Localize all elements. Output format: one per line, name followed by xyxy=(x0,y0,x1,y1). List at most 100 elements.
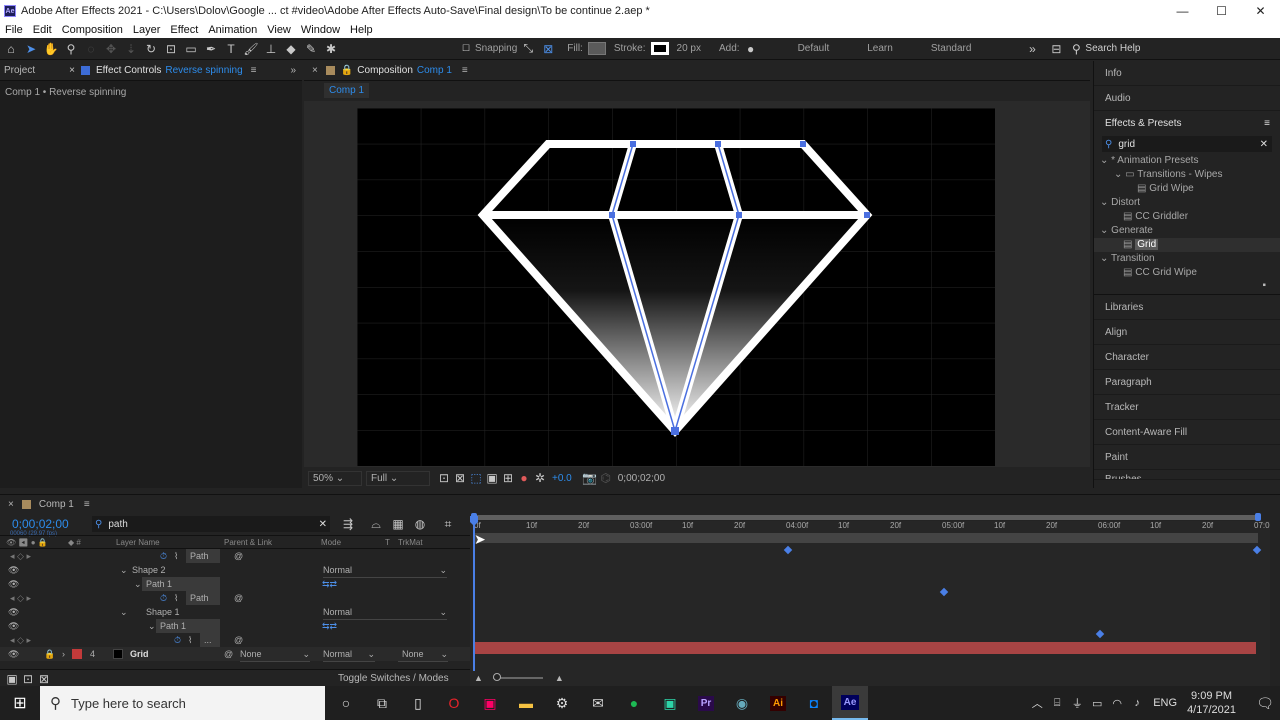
opera-icon[interactable]: O xyxy=(436,686,472,720)
keyframe-nav-icon[interactable]: ◂ ◇ ▸ xyxy=(10,591,31,605)
expand-panel-icon[interactable]: » xyxy=(290,65,296,76)
puppet-tool-icon[interactable]: ✱ xyxy=(322,40,340,58)
stopwatch-icon[interactable]: ⏱ xyxy=(160,591,167,605)
mask-visibility-icon[interactable]: ⬚ xyxy=(468,470,484,486)
volume-icon[interactable]: ♪ xyxy=(1127,686,1147,720)
col-t[interactable]: T xyxy=(385,538,390,547)
zoom-out-icon[interactable]: ▲ xyxy=(474,673,483,683)
menu-layer[interactable]: Layer xyxy=(128,22,166,38)
pen-tool-icon[interactable]: ✒ xyxy=(202,40,220,58)
photos-icon[interactable]: ▣ xyxy=(472,686,508,720)
frame-blending-icon[interactable]: ▦ xyxy=(390,516,406,532)
clock[interactable]: 9:09 PM 4/17/2021 xyxy=(1187,689,1236,717)
chevron-down-icon[interactable]: ⌄ xyxy=(120,563,128,577)
chat-icon[interactable]: ▣ xyxy=(652,686,688,720)
panel-character[interactable]: Character xyxy=(1094,345,1280,370)
workspace-default[interactable]: Default xyxy=(798,43,830,54)
maximize-button[interactable]: ☐ xyxy=(1202,0,1241,22)
graph-icon[interactable]: ⌇ xyxy=(174,591,178,605)
effects-search-field[interactable]: ⚲ grid ✕ xyxy=(1102,136,1272,152)
task-view-icon[interactable]: ⧉ xyxy=(364,686,400,720)
minimize-button[interactable]: — xyxy=(1163,0,1202,22)
tab-composition-name[interactable]: Comp 1 xyxy=(417,65,452,76)
menu-animation[interactable]: Animation xyxy=(203,22,262,38)
battery-icon[interactable]: ▭ xyxy=(1087,686,1107,720)
in-out-icon[interactable]: ⊠ xyxy=(36,671,52,687)
menu-edit[interactable]: Edit xyxy=(28,22,57,38)
eye-icon[interactable]: 👁 xyxy=(8,605,19,619)
color-management-icon[interactable]: ✲ xyxy=(532,470,548,486)
path-ops-icon[interactable]: ⇆⇄ xyxy=(322,577,337,591)
network-icon[interactable]: ⌸ xyxy=(1047,686,1067,720)
file-icon[interactable]: ▯ xyxy=(400,686,436,720)
panel-tracker[interactable]: Tracker xyxy=(1094,395,1280,420)
spotify-icon[interactable]: ● xyxy=(616,686,652,720)
add-dropdown-icon[interactable]: ● xyxy=(742,40,760,58)
panel-menu-icon[interactable]: ≡ xyxy=(251,65,257,76)
layer-row[interactable]: 👁 ⌄ Shape 1 Normal ⌄ xyxy=(0,605,470,620)
panel-brushes[interactable]: Brushes xyxy=(1094,470,1280,480)
layer-row-grid[interactable]: 👁 🔒 › 4 Grid @ None ⌄ Normal ⌄ None ⌄ xyxy=(0,647,470,662)
close-tab-icon[interactable]: × xyxy=(8,499,14,510)
after-effects-icon[interactable]: Ae xyxy=(832,686,868,720)
panel-paragraph[interactable]: Paragraph xyxy=(1094,370,1280,395)
layer-row[interactable]: ◂ ◇ ▸ ⏱ ⌇ Path @ xyxy=(0,549,470,563)
search-help-icon[interactable]: ⚲ xyxy=(1067,40,1085,58)
fill-swatch[interactable] xyxy=(587,42,606,55)
workspace-standard[interactable]: Standard xyxy=(931,43,972,54)
channel-icon[interactable]: ● xyxy=(516,470,532,486)
layer-search-field[interactable]: ⚲ path ✕ xyxy=(92,516,330,532)
menu-composition[interactable]: Composition xyxy=(57,22,128,38)
trkmat-dropdown[interactable]: None ⌄ xyxy=(398,647,448,662)
eraser-tool-icon[interactable]: ◆ xyxy=(282,40,300,58)
panel-align[interactable]: Align xyxy=(1094,320,1280,345)
tree-item[interactable]: ⌄ Generate xyxy=(1094,224,1280,238)
rotate-tool-icon[interactable]: ↻ xyxy=(142,40,160,58)
work-area-bar[interactable] xyxy=(470,513,1270,521)
region-icon[interactable]: ▣ xyxy=(484,470,500,486)
lock-icon[interactable]: 🔒 xyxy=(44,647,55,661)
menu-file[interactable]: File xyxy=(0,22,28,38)
time-navigator[interactable] xyxy=(474,533,1258,543)
stroke-swatch[interactable] xyxy=(650,42,669,55)
keyframe-diamond[interactable] xyxy=(783,545,793,555)
tree-item[interactable]: ▤ CC Grid Wipe xyxy=(1094,266,1280,280)
col-parent[interactable]: Parent & Link xyxy=(224,538,272,547)
cortana-icon[interactable]: ○ xyxy=(328,686,364,720)
hand-tool-icon[interactable]: ✋ xyxy=(42,40,60,58)
mode-dropdown[interactable]: Normal ⌄ xyxy=(323,647,375,662)
panel-audio[interactable]: Audio xyxy=(1094,86,1280,111)
panel-info[interactable]: Info xyxy=(1094,61,1280,86)
rectangle-tool-icon[interactable]: ▭ xyxy=(182,40,200,58)
selection-tool-icon[interactable]: ➤ xyxy=(22,40,40,58)
path-ops-icon[interactable]: ⇆⇄ xyxy=(322,619,337,633)
label-color[interactable] xyxy=(72,649,82,659)
layer-row[interactable]: ◂ ◇ ▸ ⏱ ⌇ Path @ xyxy=(0,591,470,605)
tree-item[interactable]: ▤ Grid Wipe xyxy=(1094,182,1280,196)
transparency-grid-icon[interactable]: ⊠ xyxy=(452,470,468,486)
brush-tool-icon[interactable]: 🖌 xyxy=(242,40,260,58)
keyframe-nav-icon[interactable]: ◂ ◇ ▸ xyxy=(10,633,31,647)
zoom-in-icon[interactable]: ▲ xyxy=(555,673,564,683)
layer-search-input[interactable]: path xyxy=(108,519,127,530)
menu-view[interactable]: View xyxy=(262,22,296,38)
illustrator-icon[interactable]: Ai xyxy=(760,686,796,720)
mail-icon[interactable]: ✉ xyxy=(580,686,616,720)
keyframe-diamond[interactable] xyxy=(1095,629,1105,639)
graph-editor-icon[interactable]: ⌗ xyxy=(440,516,456,532)
type-tool-icon[interactable]: T xyxy=(222,40,240,58)
clear-search-icon[interactable]: ✕ xyxy=(319,519,327,530)
tree-item[interactable]: ⌄ Transition xyxy=(1094,252,1280,266)
menu-help[interactable]: Help xyxy=(345,22,378,38)
col-mode[interactable]: Mode xyxy=(321,538,341,547)
dolly-tool-icon[interactable]: ⇣ xyxy=(122,40,140,58)
comp-subtab[interactable]: Comp 1 xyxy=(324,83,370,98)
layer-row[interactable]: 👁 ⌄ Shape 2 Normal ⌄ xyxy=(0,563,470,578)
zoom-dropdown[interactable]: 50% ⌄ xyxy=(308,470,362,486)
usb-icon[interactable]: ⏚ xyxy=(1067,686,1087,720)
composition-viewer[interactable] xyxy=(304,101,1090,467)
eye-icon[interactable]: 👁 xyxy=(8,647,19,661)
roto-brush-icon[interactable]: ✎ xyxy=(302,40,320,58)
keyframe-diamond[interactable] xyxy=(939,587,949,597)
tree-item[interactable]: ▤ CC Griddler xyxy=(1094,210,1280,224)
